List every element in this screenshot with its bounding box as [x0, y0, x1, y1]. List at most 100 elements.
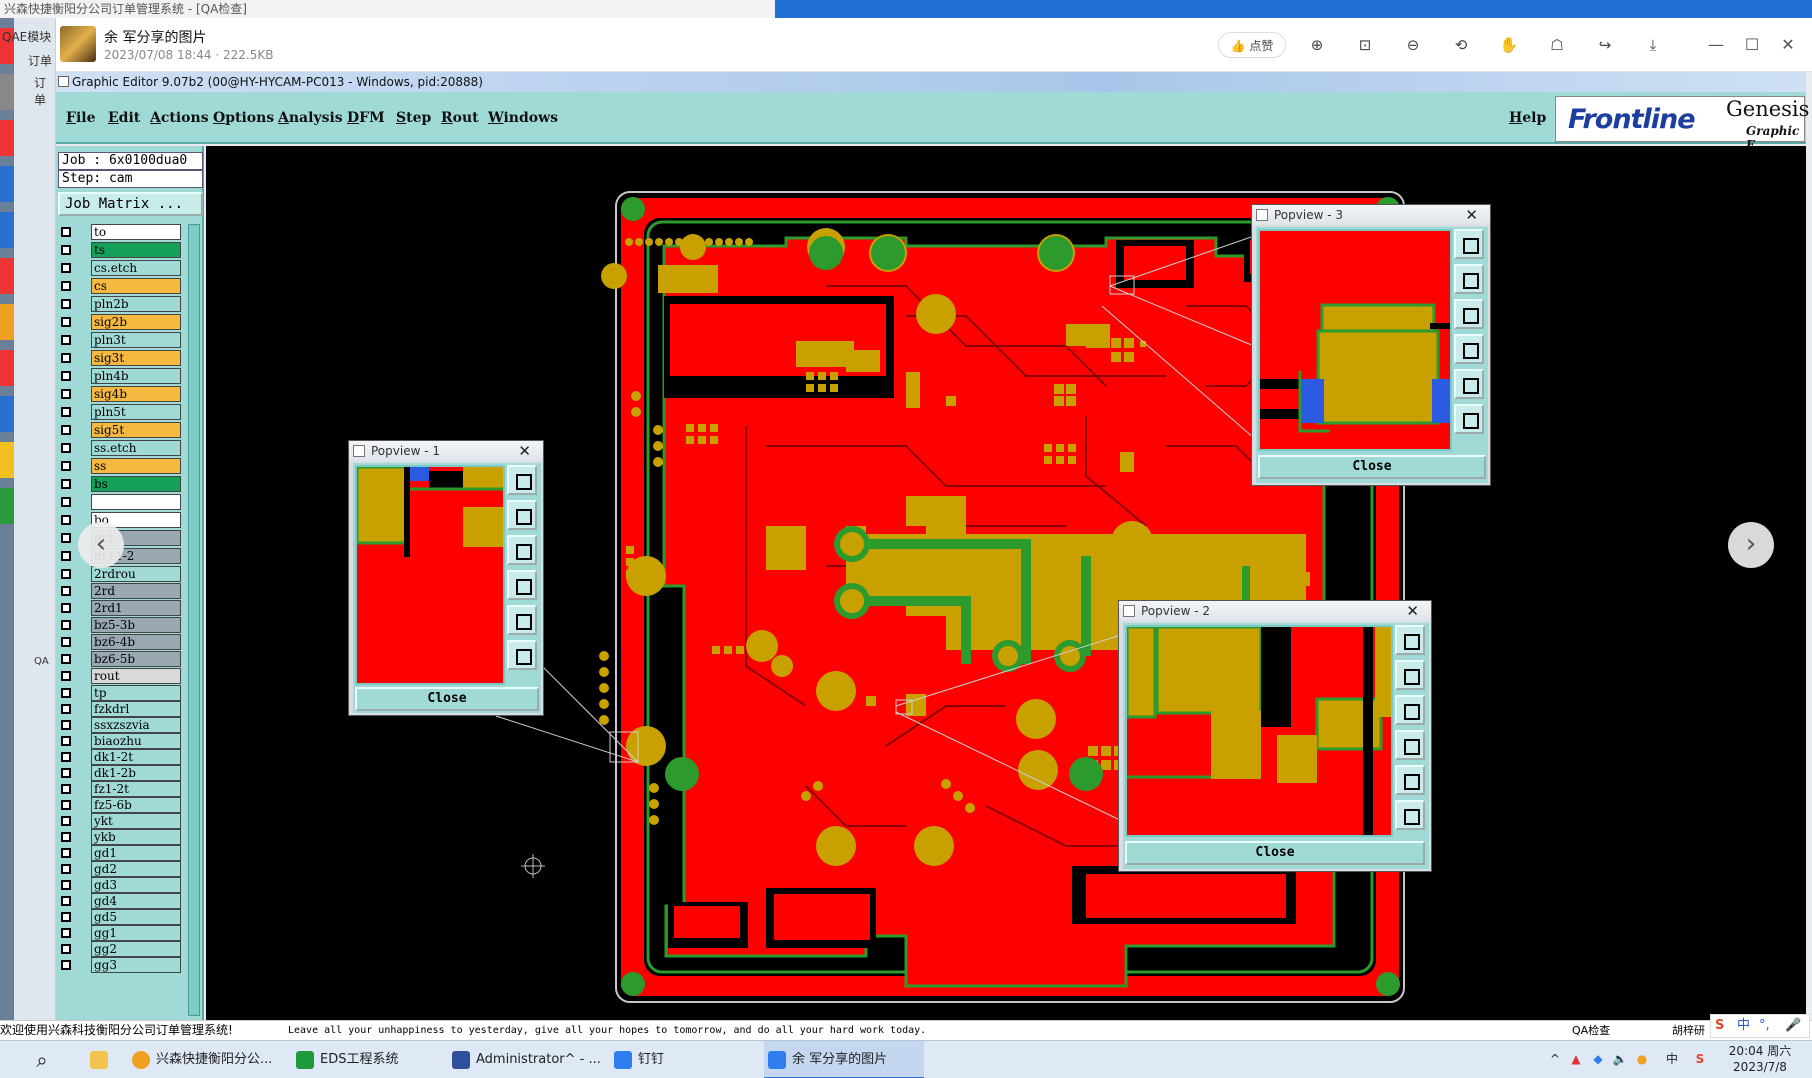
layer-checkbox[interactable]: [61, 389, 71, 399]
layer-checkbox[interactable]: [61, 704, 71, 714]
layer-name[interactable]: fz5-6b: [91, 797, 181, 813]
menu-windows[interactable]: Windows: [488, 110, 558, 126]
layer-checkbox[interactable]: [61, 497, 71, 507]
launcher-icon-9[interactable]: [0, 396, 14, 432]
layer-row[interactable]: gd5: [58, 909, 182, 925]
layer-row[interactable]: to: [58, 224, 182, 240]
layer-checkbox[interactable]: [61, 317, 71, 327]
next-image-button[interactable]: ›: [1728, 522, 1774, 568]
sogou-logo-icon[interactable]: S: [1715, 1015, 1724, 1037]
layer-name[interactable]: sig3t: [91, 350, 181, 366]
pan-right-icon[interactable]: [1454, 369, 1484, 399]
layer-row[interactable]: gd1: [58, 845, 182, 861]
layer-name[interactable]: to: [91, 224, 181, 240]
layer-name[interactable]: dk1-2t: [91, 749, 181, 765]
qae-module-label[interactable]: QAE模块: [2, 28, 51, 45]
layer-checkbox[interactable]: [61, 720, 71, 730]
zoom-fit-icon[interactable]: [1454, 229, 1484, 259]
menu-options[interactable]: Options: [213, 110, 274, 126]
layer-row[interactable]: dk1-2b: [58, 765, 182, 781]
layer-checkbox[interactable]: [61, 515, 71, 525]
layer-checkbox[interactable]: [61, 461, 71, 471]
layer-checkbox[interactable]: [61, 299, 71, 309]
layer-row[interactable]: ykb: [58, 829, 182, 845]
layer-row[interactable]: bz6-5b: [58, 651, 182, 667]
layer-row[interactable]: gg2: [58, 941, 182, 957]
minimize-icon[interactable]: —: [1702, 32, 1730, 58]
layer-name[interactable]: gg2: [91, 941, 181, 957]
layer-row[interactable]: gg3: [58, 957, 182, 973]
layer-checkbox[interactable]: [61, 245, 71, 255]
layer-row[interactable]: bs: [58, 476, 182, 492]
layer-checkbox[interactable]: [61, 569, 71, 579]
download-icon[interactable]: ⤓: [1640, 32, 1666, 58]
zoom-in-icon[interactable]: ⊕: [1304, 32, 1330, 58]
hand-icon[interactable]: ✋: [1496, 32, 1522, 58]
layer-row[interactable]: gg1: [58, 925, 182, 941]
menu-edit[interactable]: Edit: [108, 110, 140, 126]
launcher-icon-2[interactable]: [0, 74, 14, 110]
ime-mic-icon[interactable]: 🎤: [1785, 1015, 1801, 1037]
layer-name[interactable]: pln5t: [91, 404, 181, 420]
layer-checkbox[interactable]: [61, 479, 71, 489]
layer-checkbox[interactable]: [61, 768, 71, 778]
layer-row[interactable]: rout: [58, 668, 182, 684]
layer-row[interactable]: bo: [58, 512, 182, 528]
layer-row[interactable]: pln5t: [58, 404, 182, 420]
zoom-out-icon[interactable]: [1395, 800, 1425, 830]
search-icon[interactable]: ⌕: [22, 1041, 62, 1078]
layer-checkbox[interactable]: [61, 227, 71, 237]
layer-row[interactable]: sig2b: [58, 314, 182, 330]
pan-up-icon[interactable]: [507, 500, 537, 530]
layer-row[interactable]: pln2b: [58, 296, 182, 312]
layer-checkbox[interactable]: [61, 928, 71, 938]
popview-3-close-icon[interactable]: ✕: [1465, 205, 1478, 225]
pan-up-icon[interactable]: [1454, 264, 1484, 294]
layer-name[interactable]: fz1-2t: [91, 781, 181, 797]
layer-row[interactable]: 2rd1: [58, 600, 182, 616]
pan-right-icon[interactable]: [1395, 765, 1425, 795]
job-matrix-button[interactable]: Job Matrix ...: [58, 192, 203, 216]
layer-name[interactable]: biaozhu: [91, 733, 181, 749]
pan-up-icon[interactable]: [1395, 660, 1425, 690]
launcher-icon-3[interactable]: [0, 120, 14, 156]
layer-checkbox[interactable]: [61, 816, 71, 826]
menu-rout[interactable]: Rout: [441, 110, 479, 126]
layer-checkbox[interactable]: [61, 912, 71, 922]
layer-row[interactable]: cs.etch: [58, 260, 182, 276]
layer-name[interactable]: tp: [91, 685, 181, 701]
layer-name[interactable]: bs: [91, 476, 181, 492]
previous-image-button[interactable]: ‹: [78, 522, 124, 568]
launcher-icon-6[interactable]: [0, 258, 14, 294]
layer-name[interactable]: fzkdrl: [91, 701, 181, 717]
layer-row[interactable]: 2rdrou: [58, 566, 182, 582]
layer-name[interactable]: gg1: [91, 925, 181, 941]
menu-dfm[interactable]: DFM: [347, 110, 385, 126]
layer-row[interactable]: ssxzszvia: [58, 717, 182, 733]
ime-punct-icon[interactable]: °,: [1759, 1015, 1770, 1037]
layer-name[interactable]: sig2b: [91, 314, 181, 330]
layer-name[interactable]: gg3: [91, 957, 181, 973]
layer-name[interactable]: ss.etch: [91, 440, 181, 456]
menu-help[interactable]: Help: [1509, 110, 1546, 126]
layer-name[interactable]: [91, 494, 181, 510]
pan-left-icon[interactable]: [507, 570, 537, 600]
menu-step[interactable]: Step: [396, 110, 431, 126]
taskbar-item-dingtalk[interactable]: 钉钉: [610, 1041, 720, 1078]
tray-sync-icon[interactable]: ●: [1634, 1051, 1650, 1067]
layer-name[interactable]: bz6-5b: [91, 651, 181, 667]
layer-list-scrollbar[interactable]: [188, 224, 200, 1016]
layer-name[interactable]: gd5: [91, 909, 181, 925]
layer-checkbox[interactable]: [61, 864, 71, 874]
layer-name[interactable]: bz6-4b: [91, 634, 181, 650]
layer-checkbox[interactable]: [61, 551, 71, 561]
ime-mode[interactable]: 中: [1737, 1015, 1750, 1037]
layer-checkbox[interactable]: [61, 784, 71, 794]
layer-name[interactable]: cs: [91, 278, 181, 294]
file-explorer-button[interactable]: [80, 1041, 120, 1078]
share-icon[interactable]: ↪: [1592, 32, 1618, 58]
layer-checkbox[interactable]: [61, 960, 71, 970]
pan-left-icon[interactable]: [1454, 334, 1484, 364]
layer-name[interactable]: gd2: [91, 861, 181, 877]
pan-left-icon[interactable]: [1395, 730, 1425, 760]
